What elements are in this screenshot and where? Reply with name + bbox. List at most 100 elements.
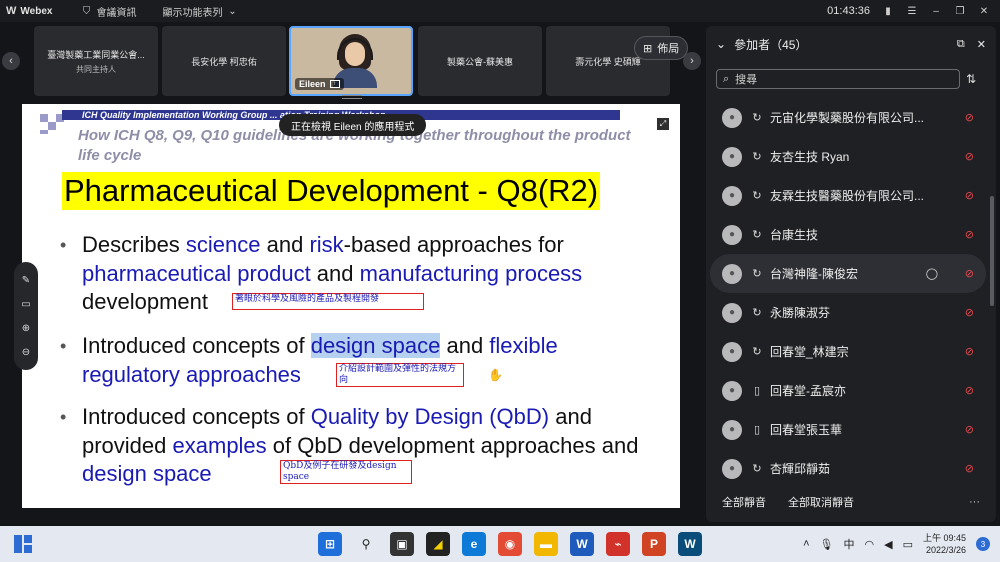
muted-mic-icon[interactable]: ⊘: [965, 306, 974, 319]
filmstrip-drag-handle[interactable]: [342, 95, 362, 99]
muted-mic-icon[interactable]: ⊘: [965, 462, 974, 475]
muted-mic-icon[interactable]: ⊘: [965, 111, 974, 124]
muted-mic-icon[interactable]: ⊘: [965, 267, 974, 280]
phone-icon: ▯: [753, 385, 761, 397]
ime-indicator[interactable]: 中: [843, 536, 854, 552]
participant-name: 回春堂_林建宗: [770, 345, 849, 359]
video-tile-active-speaker[interactable]: Eileen ↑: [289, 26, 413, 96]
webex-logo: W Webex: [6, 5, 52, 17]
close-panel-icon[interactable]: ✕: [977, 38, 986, 51]
notification-badge[interactable]: 3: [976, 537, 990, 551]
search-icon[interactable]: ⚲: [354, 532, 378, 556]
start-icon[interactable]: ⊞: [318, 532, 342, 556]
more-options-icon[interactable]: ···: [969, 496, 980, 508]
webex-taskbar-icon[interactable]: W: [678, 532, 702, 556]
muted-mic-icon[interactable]: ⊘: [965, 189, 974, 202]
audio-connection-icon: ↻: [752, 190, 762, 202]
muted-mic-icon[interactable]: ⊘: [965, 345, 974, 358]
participant-video: [333, 34, 377, 88]
participant-item[interactable]: ● ▯ 回春堂張玉華 ⊘: [706, 410, 996, 449]
battery-icon[interactable]: ▭: [903, 538, 913, 551]
wifi-icon[interactable]: ◠: [864, 538, 874, 551]
clock-date[interactable]: 上午 09:45 2022/3/26: [923, 532, 966, 556]
widget-app-icon[interactable]: ◢: [426, 532, 450, 556]
show-menu-bar-button[interactable]: 顯示功能表列 ⌄: [162, 4, 238, 19]
sharing-icon: ↑: [329, 80, 340, 88]
minimize-icon[interactable]: –: [930, 5, 942, 17]
speaker-icon[interactable]: ◀: [884, 538, 892, 551]
filmstrip-prev-button[interactable]: ‹: [2, 52, 20, 70]
participant-search-input[interactable]: ⌕ 搜尋: [716, 69, 960, 89]
tile-name: 長安化學 柯忠佑: [191, 56, 257, 67]
annotation-note: QbD及例子在研發及design space: [280, 460, 412, 484]
shield-icon: ⛉: [82, 5, 91, 17]
avatar: ●: [722, 185, 742, 206]
unmute-all-button[interactable]: 全部取消靜音: [788, 494, 854, 510]
edge-icon[interactable]: e: [462, 532, 486, 556]
tile-name: 製藥公會-蘇美惠: [447, 56, 513, 67]
word-icon[interactable]: W: [570, 532, 594, 556]
audio-connection-icon: ↻: [752, 151, 762, 163]
video-tile[interactable]: 臺灣製藥工業同業公會... 共同主持人: [34, 26, 158, 96]
hand-cursor-icon: ✋: [488, 368, 503, 382]
meeting-timer: 01:43:36: [827, 5, 870, 17]
restore-icon[interactable]: ❐: [954, 5, 966, 17]
app-name: Webex: [20, 5, 53, 17]
mute-all-button[interactable]: 全部靜音: [722, 494, 766, 510]
avatar: ●: [722, 224, 742, 245]
menu-icon[interactable]: ☰: [906, 5, 918, 17]
microphone-icon[interactable]: 🎙: [820, 538, 834, 551]
participant-item-hovered[interactable]: ● ↻ 台灣神隆-陳俊宏 ◯ ⊘: [710, 254, 986, 293]
participant-item[interactable]: ● ↻ 回春堂_林建宗 ⊘: [706, 332, 996, 371]
zoom-out-icon[interactable]: ⊖: [22, 347, 30, 358]
selected-text: design space: [310, 333, 441, 358]
annotate-pen-icon[interactable]: ✎: [22, 275, 30, 286]
panel-scrollbar[interactable]: [990, 196, 994, 306]
participant-item[interactable]: ● ↻ 杏輝邱靜茹 ⊘: [706, 449, 996, 488]
layout-button[interactable]: ⊞ 佈局: [634, 36, 689, 60]
avatar: ●: [722, 146, 742, 167]
chat-icon[interactable]: ◯: [926, 267, 938, 280]
show-menu-bar-label: 顯示功能表列: [162, 7, 223, 19]
file-explorer-icon[interactable]: ▬: [534, 532, 558, 556]
layout-label: 佈局: [657, 43, 680, 55]
participant-name: 回春堂張玉華: [770, 423, 843, 437]
participant-name: 永勝陳淑芬: [770, 306, 831, 320]
meeting-info-button[interactable]: ⛉ 會議資訊: [80, 4, 137, 19]
participant-item[interactable]: ● ↻ 台康生技 ⊘: [706, 215, 996, 254]
participant-item[interactable]: ● ↻ 元宙化學製藥股份有限公司... ⊘: [706, 98, 996, 137]
participant-item[interactable]: ● ▯ 回春堂-孟宸亦 ⊘: [706, 371, 996, 410]
chrome-icon[interactable]: ◉: [498, 532, 522, 556]
avatar: ●: [722, 107, 742, 128]
taskbar-time: 上午 09:45: [922, 533, 966, 543]
close-icon[interactable]: ✕: [978, 5, 990, 17]
webex-logo-icon: W: [6, 5, 17, 17]
participant-list: ● ↻ 元宙化學製藥股份有限公司... ⊘ ● ↻ 友杏生技 Ryan ⊘ ● …: [706, 98, 996, 488]
muted-mic-icon[interactable]: ⊘: [965, 384, 974, 397]
chevron-up-icon[interactable]: ˄: [803, 538, 809, 550]
task-view-icon[interactable]: ▣: [390, 532, 414, 556]
participant-item[interactable]: ● ↻ 永勝陳淑芬 ⊘: [706, 293, 996, 332]
participant-item[interactable]: ● ↻ 友杏生技 Ryan ⊘: [706, 137, 996, 176]
zoom-in-icon[interactable]: ⊕: [22, 323, 30, 334]
search-placeholder: 搜尋: [735, 74, 758, 86]
widgets-icon[interactable]: [14, 535, 32, 553]
muted-mic-icon[interactable]: ⊘: [965, 150, 974, 163]
stats-icon[interactable]: ▮: [882, 5, 894, 17]
audio-connection-icon: ↻: [752, 268, 762, 280]
video-tile[interactable]: 製藥公會-蘇美惠: [418, 26, 542, 96]
audio-connection-icon: ↻: [752, 346, 762, 358]
popout-icon[interactable]: ⧉: [957, 38, 965, 51]
video-tile[interactable]: 長安化學 柯忠佑: [162, 26, 286, 96]
powerpoint-icon[interactable]: P: [642, 532, 666, 556]
chevron-down-icon[interactable]: ⌄: [716, 37, 726, 51]
participant-item[interactable]: ● ↻ 友霖生技醫藥股份有限公司... ⊘: [706, 176, 996, 215]
pdf-icon[interactable]: ⌁: [606, 532, 630, 556]
muted-mic-icon[interactable]: ⊘: [965, 423, 974, 436]
screen-icon[interactable]: ▭: [21, 299, 30, 310]
sort-icon[interactable]: ⇅: [966, 72, 976, 86]
tile-name: 壽元化學 史碩輝: [575, 56, 641, 67]
chevron-down-icon: ⌄: [228, 5, 237, 17]
fullscreen-icon[interactable]: ⤢: [657, 118, 669, 130]
muted-mic-icon[interactable]: ⊘: [965, 228, 974, 241]
